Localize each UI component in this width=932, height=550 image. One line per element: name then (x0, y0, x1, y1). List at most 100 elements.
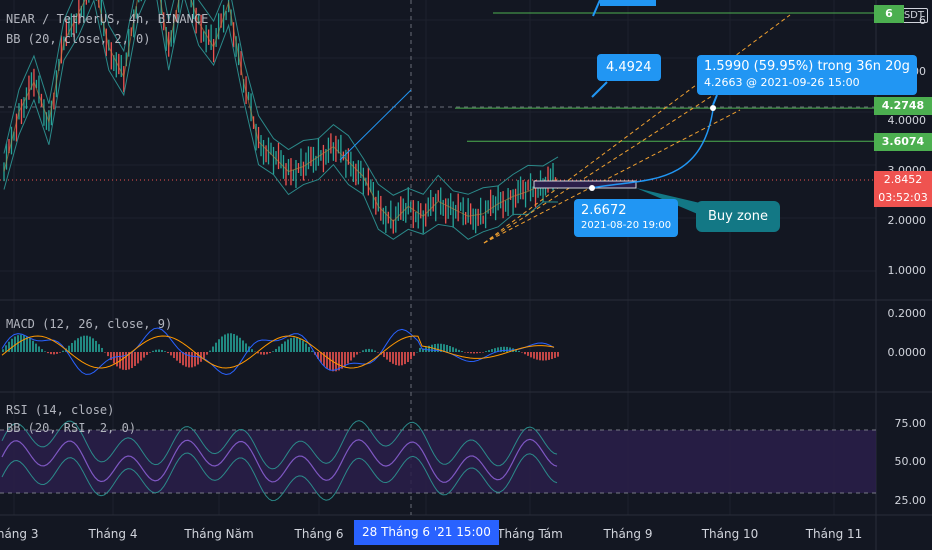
callout-pointer (712, 94, 718, 106)
level-tag-3-6074[interactable]: 3.6074 (874, 133, 932, 151)
macd-histogram-bar (143, 352, 145, 358)
macd-histogram-bar (530, 352, 532, 358)
macd-histogram-bar (152, 350, 154, 352)
macd-histogram-bar (260, 352, 262, 355)
macd-histogram-bar (158, 349, 160, 352)
entry-time: 2021-08-20 19:00 (581, 220, 672, 231)
macd-histogram-bar (263, 352, 265, 355)
time-tick: Tháng 9 (603, 527, 653, 541)
level-tag-4-2748[interactable]: 4.2748 (874, 97, 932, 115)
measure-target: 4.2663 @ 2021-09-26 15:00 (704, 76, 860, 89)
macd-histogram-bar (251, 349, 253, 352)
level-tag-top[interactable]: 6 (874, 5, 904, 23)
macd-histogram-bar (356, 352, 358, 355)
macd-histogram-bar (116, 352, 118, 367)
macd-histogram-bar (134, 352, 136, 366)
rsi-legend[interactable]: RSI (14, close) (6, 403, 114, 417)
macd-tick: 0.0000 (887, 346, 927, 359)
macd-histogram-bar (344, 352, 346, 367)
target-callout[interactable]: 4.4924 (597, 54, 661, 81)
macd-histogram-bar (293, 337, 295, 352)
macd-histogram-bar (38, 346, 40, 352)
time-tick: Tháng Tám (497, 527, 563, 541)
macd-histogram-bar (302, 340, 304, 352)
macd-histogram-bar (554, 352, 556, 358)
macd-histogram-bar (491, 349, 493, 352)
macd-legend[interactable]: MACD (12, 26, close, 9) (6, 317, 172, 331)
macd-histogram-bar (395, 352, 397, 366)
macd-histogram-bar (401, 352, 403, 366)
macd-histogram-bar (287, 339, 289, 352)
macd-histogram-bar (32, 340, 34, 352)
macd-histogram-bar (398, 352, 400, 366)
macd-histogram-bar (50, 352, 52, 355)
measure-callout[interactable]: 1.5990 (59.95%) trong 36n 20g 4.2663 @ 2… (697, 55, 917, 95)
macd-histogram-bar (218, 339, 220, 352)
macd-histogram-bar (485, 351, 487, 352)
macd-histogram-bar (551, 352, 553, 360)
macd-histogram-bar (212, 346, 214, 352)
macd-histogram-bar (557, 352, 559, 357)
macd-histogram-bar (392, 352, 394, 364)
macd-histogram-bar (449, 346, 451, 352)
macd-histogram-bar (362, 350, 364, 352)
macd-histogram-bar (95, 340, 97, 352)
macd-histogram-bar (281, 343, 283, 352)
rsi-tick: 75.00 (894, 417, 927, 430)
time-tick: Tháng 3 (0, 527, 39, 541)
macd-histogram-bar (137, 352, 139, 364)
macd-histogram-bar (416, 351, 418, 353)
macd-histogram-bar (533, 352, 535, 359)
macd-histogram-bar (173, 352, 175, 358)
bb-legend[interactable]: BB (20, close, 2, 0) (6, 32, 151, 46)
macd-histogram-bar (53, 352, 55, 355)
price-tick: 6 (919, 14, 926, 27)
macd-histogram-bar (275, 348, 277, 352)
buy-zone-callout[interactable]: Buy zone (696, 201, 780, 232)
time-tick: Tháng 4 (88, 527, 138, 541)
rsi-tick: 25.00 (894, 494, 927, 507)
macd-histogram-bar (29, 338, 31, 352)
macd-histogram-bar (170, 352, 172, 356)
rsi-bb-legend[interactable]: BB (20, RSI, 2, 0) (6, 421, 136, 435)
macd-histogram-bar (296, 337, 298, 352)
callout-pointer (592, 0, 601, 17)
macd-histogram-bar (278, 346, 280, 352)
macd-histogram-bar (191, 352, 193, 368)
macd-histogram-bar (80, 336, 82, 352)
time-tick: Tháng 10 (701, 527, 759, 541)
rsi-band-fill (0, 430, 876, 493)
macd-histogram-bar (101, 347, 103, 352)
macd-histogram-bar (2, 349, 4, 352)
macd-tick: 0.2000 (887, 307, 927, 320)
macd-histogram-bar (458, 349, 460, 352)
entry-callout[interactable]: 2.6672 2021-08-20 19:00 (574, 199, 679, 237)
macd-histogram-bar (335, 352, 337, 372)
macd-histogram-bar (368, 348, 370, 352)
macd-histogram-bar (386, 352, 388, 360)
measure-change: 1.5990 (59.95%) trong 36n 20g (704, 59, 910, 74)
macd-histogram-bar (464, 352, 466, 353)
macd-histogram-bar (311, 350, 313, 352)
price-tick: 1.0000 (887, 264, 927, 277)
last-price-tag[interactable]: 2.8452 (874, 171, 932, 189)
macd-histogram-bar (446, 344, 448, 352)
macd-histogram-bar (161, 349, 163, 352)
macd-histogram-bar (377, 352, 379, 353)
macd-histogram-bar (188, 352, 190, 368)
macd-histogram-bar (62, 350, 64, 352)
macd-histogram-bar (233, 334, 235, 352)
macd-histogram-bar (527, 352, 529, 356)
macd-histogram-bar (215, 342, 217, 352)
macd-histogram-bar (419, 347, 421, 352)
macd-histogram-bar (224, 334, 226, 352)
entry-price: 2.6672 (581, 203, 627, 218)
macd-histogram-bar (353, 352, 355, 358)
macd-histogram-bar (503, 346, 505, 352)
macd-histogram-bar (308, 346, 310, 352)
symbol-legend[interactable]: NEAR / TetherUS, 4h, BINANCE (6, 12, 208, 26)
bar-countdown: 03:52:03 (874, 189, 932, 207)
macd-histogram-bar (131, 352, 133, 369)
callout-pointer (591, 81, 608, 98)
macd-histogram-bar (83, 335, 85, 352)
